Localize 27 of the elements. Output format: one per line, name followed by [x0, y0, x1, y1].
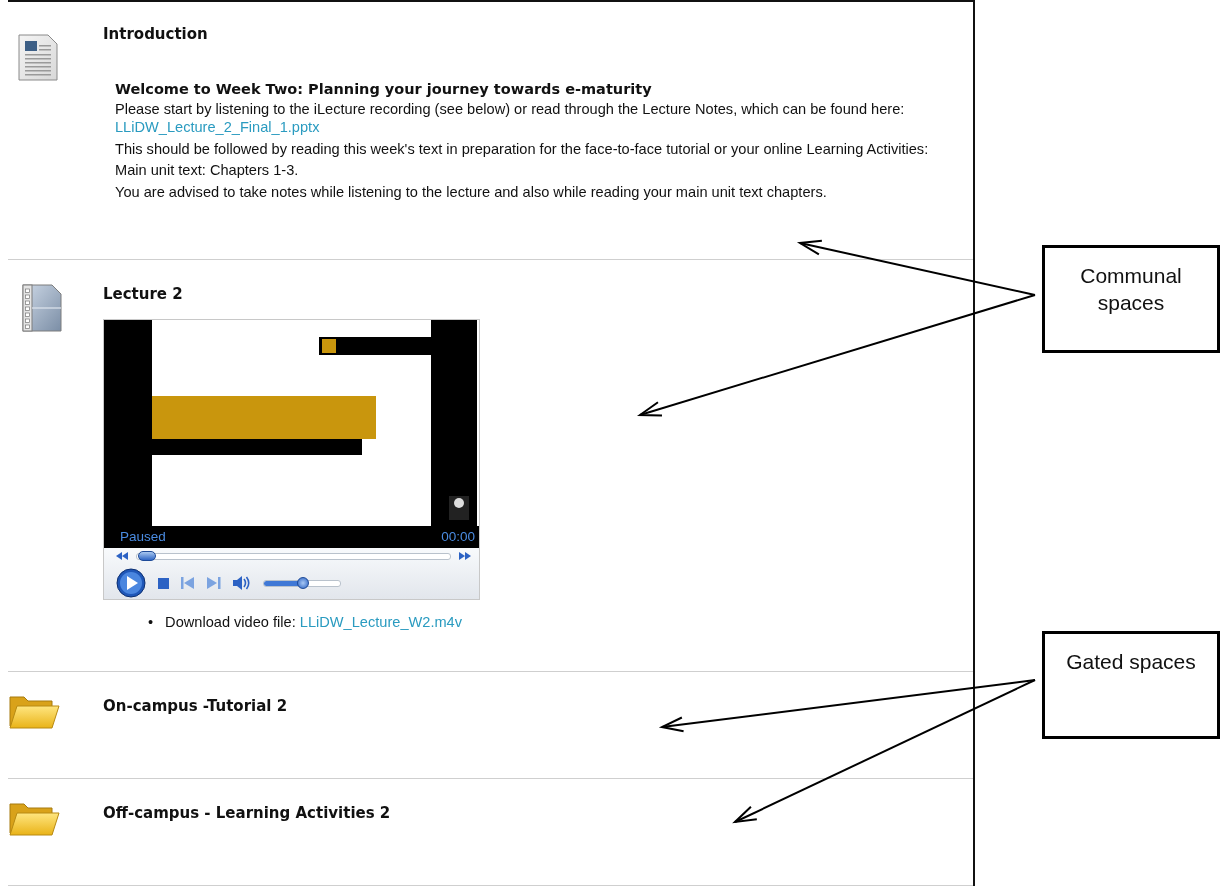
intro-paragraph: This should be followed by reading this week's text in preparation for the face-to-face tutorial or your online Learning Activities: — [115, 139, 929, 158]
callout-label: Communal spaces — [1042, 245, 1220, 353]
seek-thumb[interactable] — [138, 550, 157, 561]
video-file-icon — [22, 284, 62, 333]
stop-icon[interactable] — [158, 577, 169, 589]
fast-forward-icon[interactable] — [459, 552, 471, 561]
volume-thumb[interactable] — [297, 576, 309, 589]
callout-label: Gated spaces — [1042, 631, 1220, 739]
rewind-icon[interactable] — [116, 552, 128, 561]
section-title[interactable]: Introduction — [103, 25, 208, 43]
video-player[interactable]: Paused 00:00 — [103, 319, 480, 601]
time-display: 00:00 — [441, 529, 475, 545]
seek-bar[interactable] — [136, 552, 451, 560]
play-button[interactable] — [116, 568, 146, 599]
intro-paragraph: Main unit text: Chapters 1-3. — [115, 161, 299, 179]
volume-icon[interactable] — [233, 575, 251, 592]
document-icon — [18, 34, 58, 81]
intro-paragraph: You are advised to take notes while listening to the lecture and also while reading your main unit text chapters. — [115, 182, 827, 201]
section-title[interactable]: Off-campus - Learning Activities 2 — [103, 804, 391, 823]
intro-heading: Welcome to Week Two: Planning your journey towards e-maturity — [115, 81, 653, 97]
section-title[interactable]: Lecture 2 — [103, 285, 183, 304]
playback-status: Paused — [120, 529, 166, 545]
download-label: Download video file: — [165, 614, 296, 631]
intro-paragraph: Please start by listening to the iLecture recording (see below) or read through the Lecture Notes, which can be found here: — [115, 100, 905, 118]
bullet-marker: • — [148, 614, 154, 631]
volume-slider[interactable] — [263, 579, 341, 587]
section-title[interactable]: On-campus -Tutorial 2 — [103, 697, 288, 716]
